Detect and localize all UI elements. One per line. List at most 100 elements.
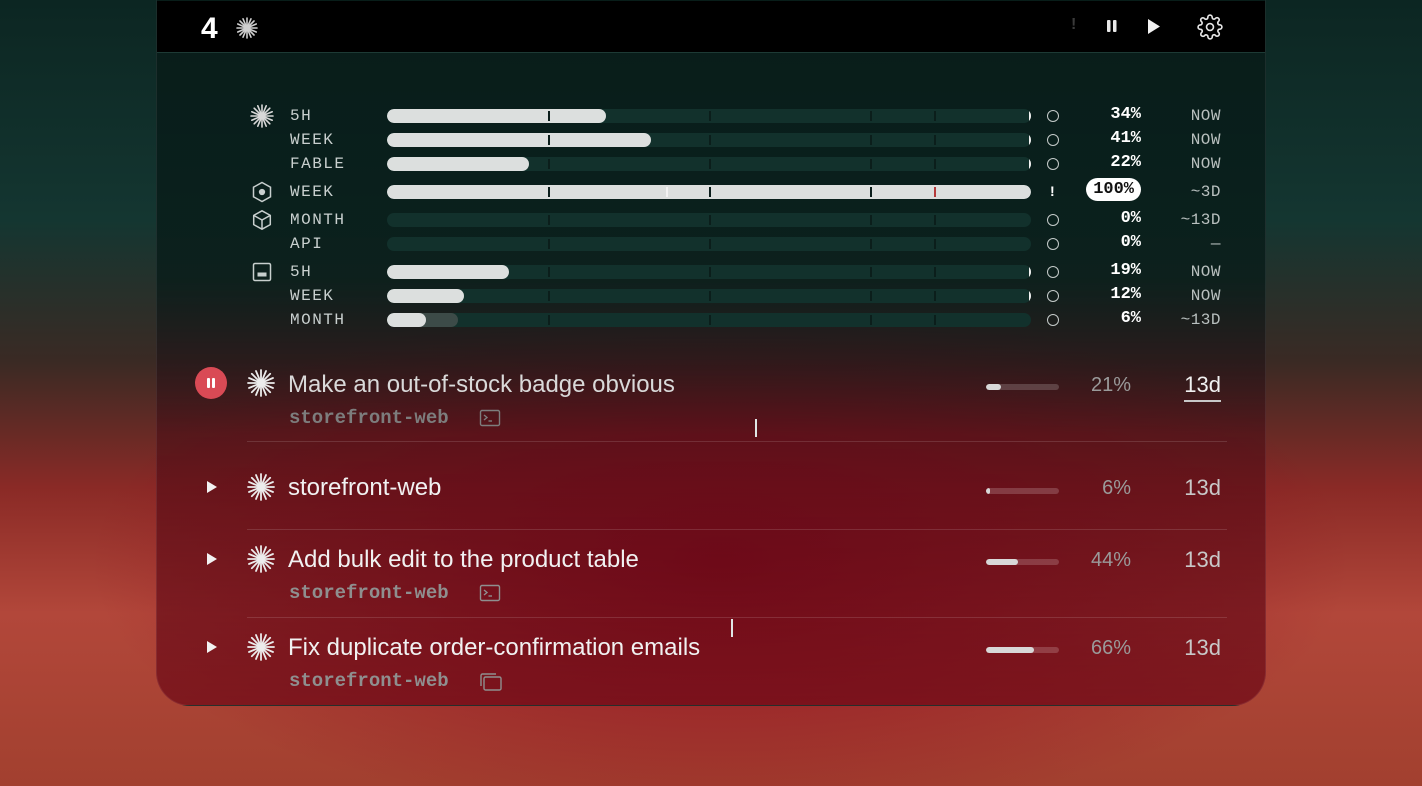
usage-row: FABLE 22% NOW bbox=[157, 153, 1265, 175]
divider bbox=[247, 617, 1227, 618]
task-repo: storefront-web bbox=[289, 582, 449, 604]
usage-reset-time: NOW bbox=[1190, 131, 1221, 149]
status-circle-icon bbox=[1047, 107, 1059, 122]
usage-reset-time: NOW bbox=[1190, 155, 1221, 173]
usage-row: WEEK 41% NOW bbox=[157, 129, 1265, 151]
usage-label: FABLE bbox=[290, 155, 346, 173]
usage-row: MONTH 0% ~13D bbox=[157, 208, 1265, 437]
usage-label: 5H bbox=[290, 107, 313, 125]
usage-bar bbox=[387, 265, 1031, 279]
usage-bar bbox=[387, 109, 1031, 123]
usage-bar bbox=[387, 185, 1031, 199]
usage-reset-time: — bbox=[1210, 235, 1221, 253]
sparkle-icon bbox=[246, 632, 276, 667]
usage-percent: 12% bbox=[1110, 285, 1141, 304]
usage-label: WEEK bbox=[290, 131, 335, 149]
task-progress bbox=[986, 647, 1059, 653]
usage-percent: 19% bbox=[1110, 261, 1141, 280]
play-button[interactable] bbox=[195, 631, 227, 663]
task-progress bbox=[986, 384, 1059, 390]
task-progress bbox=[986, 488, 1059, 494]
task-age[interactable]: 13d bbox=[1184, 475, 1221, 501]
windows-icon bbox=[479, 672, 503, 697]
task-age[interactable]: 13d bbox=[1184, 372, 1221, 402]
sparkle-icon bbox=[246, 544, 276, 579]
usage-percent: 34% bbox=[1110, 105, 1141, 124]
usage-percent: 41% bbox=[1110, 129, 1141, 148]
pause-icon[interactable] bbox=[1105, 17, 1119, 42]
task-percent: 44% bbox=[1090, 549, 1131, 571]
hexagon-icon bbox=[250, 180, 274, 204]
sparkle-icon bbox=[246, 472, 276, 507]
pace-marker bbox=[731, 619, 733, 637]
usage-bar bbox=[387, 213, 1031, 227]
session-count: 4 bbox=[201, 12, 218, 45]
title-bar: 4 ! bbox=[157, 1, 1265, 53]
play-icon[interactable] bbox=[1145, 17, 1163, 42]
usage-percent: 0% bbox=[1120, 233, 1141, 252]
usage-row: API 0% — bbox=[157, 233, 1265, 255]
usage-row: WEEK ! 100% ~3D bbox=[157, 178, 1265, 204]
usage-bar bbox=[387, 289, 1031, 303]
divider bbox=[247, 529, 1227, 530]
play-button[interactable] bbox=[195, 471, 227, 503]
alert-icon: ! bbox=[1050, 183, 1055, 199]
task-progress bbox=[986, 559, 1059, 565]
usage-percent: 22% bbox=[1110, 153, 1141, 172]
usage-label: MONTH bbox=[290, 211, 346, 229]
task-title[interactable]: storefront-web bbox=[288, 474, 441, 502]
gear-icon[interactable] bbox=[1197, 14, 1223, 45]
usage-reset-time: ~13D bbox=[1180, 311, 1221, 329]
usage-reset-time: ~13D bbox=[1180, 211, 1221, 229]
cube-icon bbox=[250, 208, 274, 232]
task-title[interactable]: Fix duplicate order-confirmation emails bbox=[288, 634, 700, 662]
sparkle-icon bbox=[236, 17, 258, 44]
usage-reset-time: NOW bbox=[1190, 107, 1221, 125]
usage-label: WEEK bbox=[290, 287, 335, 305]
usage-row: 5H 19% NOW bbox=[157, 261, 1265, 283]
usage-bar bbox=[387, 313, 1031, 327]
usage-row: MONTH 6% ~13D bbox=[157, 309, 1265, 637]
usage-bar bbox=[387, 237, 1031, 251]
usage-label: MONTH bbox=[290, 311, 346, 329]
task-percent: 66% bbox=[1090, 637, 1131, 659]
usage-bar bbox=[387, 133, 1031, 147]
status-circle-icon bbox=[1047, 211, 1059, 226]
usage-row: 5H 34% NOW bbox=[157, 104, 1265, 128]
task-title[interactable]: Make an out-of-stock badge obvious bbox=[288, 371, 675, 399]
terminal-box-icon bbox=[250, 260, 274, 284]
sparkle-icon bbox=[250, 104, 274, 128]
status-circle-icon bbox=[1047, 155, 1059, 170]
pace-marker bbox=[755, 419, 757, 437]
usage-percent-badge: 100% bbox=[1086, 178, 1141, 201]
play-button[interactable] bbox=[195, 543, 227, 575]
task-age[interactable]: 13d bbox=[1184, 547, 1221, 573]
alert-icon[interactable]: ! bbox=[1071, 16, 1076, 34]
usage-reset-time: NOW bbox=[1190, 263, 1221, 281]
status-circle-icon bbox=[1047, 311, 1059, 326]
status-circle-icon bbox=[1047, 287, 1059, 302]
usage-label: 5H bbox=[290, 263, 313, 281]
pause-button[interactable] bbox=[195, 367, 227, 399]
usage-percent: 0% bbox=[1120, 209, 1141, 228]
usage-label: API bbox=[290, 235, 324, 253]
usage-bar bbox=[387, 157, 1031, 171]
usage-row: WEEK 12% NOW bbox=[157, 285, 1265, 307]
usage-percent: 6% bbox=[1120, 309, 1141, 328]
terminal-icon bbox=[479, 409, 501, 432]
status-circle-icon bbox=[1047, 263, 1059, 278]
task-repo: storefront-web bbox=[289, 407, 449, 429]
status-circle-icon bbox=[1047, 235, 1059, 250]
sparkle-icon bbox=[246, 368, 276, 403]
usage-panel: 4 ! 5H 34% NOW WEEK 41% NOW FABLE 22% NO… bbox=[156, 0, 1266, 706]
divider bbox=[247, 441, 1227, 442]
terminal-icon bbox=[479, 584, 501, 607]
usage-label: WEEK bbox=[290, 183, 335, 201]
task-repo: storefront-web bbox=[289, 670, 449, 692]
task-age[interactable]: 13d bbox=[1184, 635, 1221, 661]
task-percent: 21% bbox=[1090, 374, 1131, 396]
usage-reset-time: ~3D bbox=[1190, 183, 1221, 201]
usage-reset-time: NOW bbox=[1190, 287, 1221, 305]
task-percent: 6% bbox=[1102, 477, 1131, 499]
task-title[interactable]: Add bulk edit to the product table bbox=[288, 546, 639, 574]
